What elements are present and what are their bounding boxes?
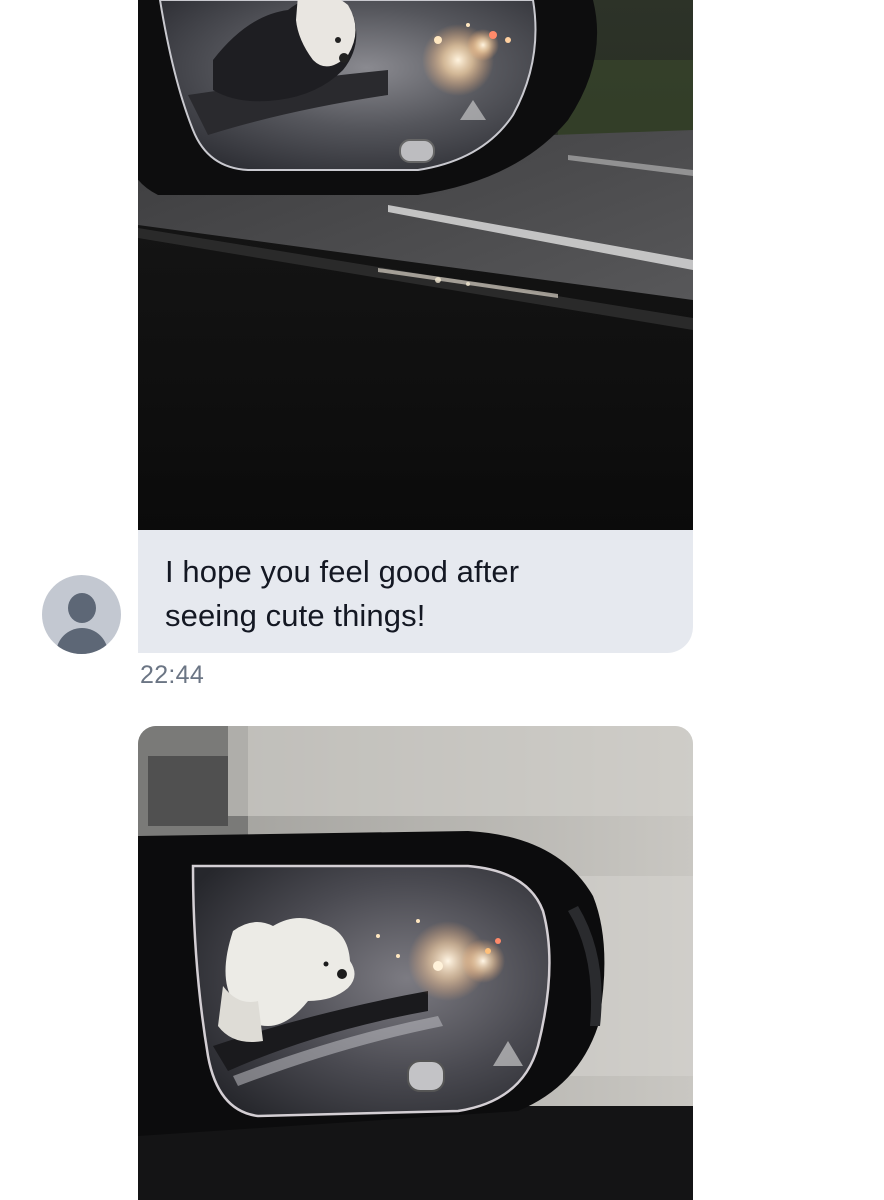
photo-message-1[interactable] [138, 0, 693, 530]
avatar-body [56, 628, 108, 654]
message-text-line-1: I hope you feel good after [165, 554, 520, 589]
avatar-head [68, 593, 96, 623]
photo-mirror-dog-night [138, 0, 693, 530]
message-text-line-2: seeing cute things! [165, 598, 426, 633]
photo-message-2[interactable] [138, 726, 693, 1200]
photo-mirror-dog-closeup [138, 726, 693, 1200]
message-timestamp: 22:44 [140, 661, 205, 689]
default-user-icon[interactable] [42, 575, 121, 654]
message-thread: I hope you feel good after seeing cute t… [0, 0, 884, 1200]
message-bubble[interactable]: I hope you feel good after seeing cute t… [138, 530, 693, 653]
